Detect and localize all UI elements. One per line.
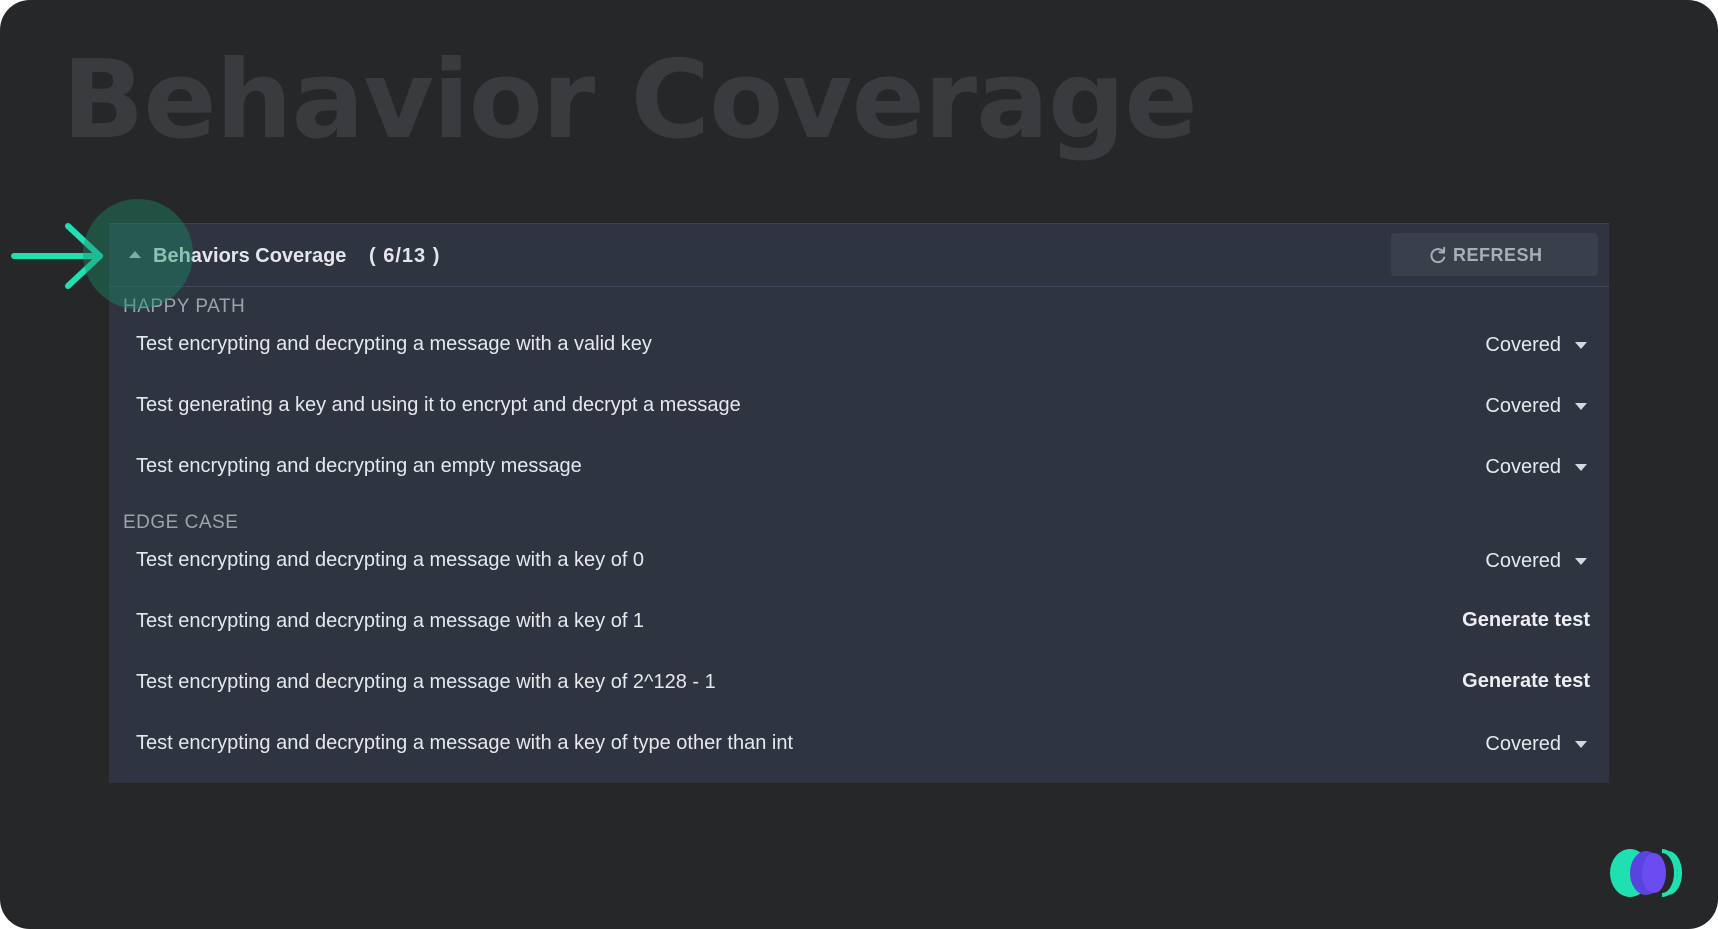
status-value: Covered <box>1485 732 1561 755</box>
behavior-description: Test encrypting and decrypting a message… <box>136 549 645 571</box>
panel-header: Behaviors Coverage ( 6/13 ) REFRESH <box>109 224 1609 287</box>
generate-test-button[interactable]: Generate test <box>1462 670 1590 693</box>
screen-frame: Behavior Coverage Behaviors Coverage ( 6… <box>0 0 1718 929</box>
behaviors-coverage-panel: Behaviors Coverage ( 6/13 ) REFRESH HAPP… <box>109 223 1609 783</box>
generate-test-button[interactable]: Generate test <box>1462 609 1590 632</box>
refresh-icon <box>1430 246 1446 264</box>
behavior-description: Test encrypting and decrypting a message… <box>136 671 716 693</box>
chevron-down-icon <box>1575 740 1587 748</box>
status-dropdown[interactable]: Covered <box>1485 392 1587 420</box>
status-dropdown[interactable]: Covered <box>1485 547 1587 575</box>
behavior-description: Test encrypting and decrypting a message… <box>136 732 794 754</box>
status-value: Covered <box>1485 394 1561 417</box>
status-dropdown[interactable]: Covered <box>1485 331 1587 359</box>
behavior-row: Test encrypting and decrypting a message… <box>109 317 1609 373</box>
behavior-row: Test encrypting and decrypting a message… <box>109 594 1609 650</box>
behavior-row: Test encrypting and decrypting a message… <box>109 655 1609 711</box>
behavior-description: Test generating a key and using it to en… <box>136 394 741 416</box>
behavior-row: Test encrypting and decrypting a message… <box>109 533 1609 589</box>
panel-title[interactable]: Behaviors Coverage <box>153 245 346 268</box>
chevron-down-icon <box>1575 557 1587 565</box>
behavior-description: Test encrypting and decrypting a message… <box>136 610 645 632</box>
chevron-up-icon[interactable] <box>129 251 141 258</box>
behavior-row: Test generating a key and using it to en… <box>109 378 1609 434</box>
brand-logo-icon <box>1610 849 1682 897</box>
page-title: Behavior Coverage <box>62 38 1198 163</box>
status-value: Covered <box>1485 455 1561 478</box>
section-label-edge-case: EDGE CASE <box>123 512 239 533</box>
chevron-down-icon <box>1575 402 1587 410</box>
chevron-down-icon <box>1575 341 1587 349</box>
behavior-row: Test encrypting and decrypting a message… <box>109 716 1609 772</box>
behavior-description: Test encrypting and decrypting an empty … <box>136 455 582 477</box>
status-dropdown[interactable]: Covered <box>1485 730 1587 758</box>
coverage-count: ( 6/13 ) <box>369 245 441 267</box>
behavior-description: Test encrypting and decrypting a message… <box>136 333 652 355</box>
refresh-button[interactable]: REFRESH <box>1391 233 1598 276</box>
status-value: Covered <box>1485 549 1561 572</box>
status-dropdown[interactable]: Covered <box>1485 453 1587 481</box>
chevron-down-icon <box>1575 463 1587 471</box>
behavior-row: Test encrypting and decrypting an empty … <box>109 439 1609 495</box>
refresh-label: REFRESH <box>1453 245 1543 265</box>
status-value: Covered <box>1485 333 1561 356</box>
section-label-happy-path: HAPPY PATH <box>123 296 246 317</box>
arrow-right-icon <box>11 223 103 289</box>
